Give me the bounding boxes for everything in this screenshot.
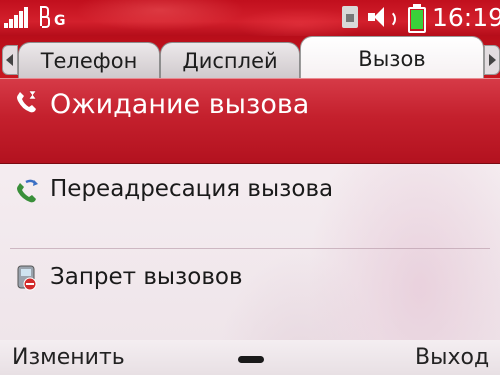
sim-card-icon bbox=[342, 6, 358, 28]
list-divider bbox=[10, 248, 490, 249]
softkey-right-exit[interactable]: Выход bbox=[415, 345, 489, 370]
clock: 16:19 bbox=[432, 3, 500, 32]
network-type-label: G bbox=[54, 13, 66, 29]
softkey-center-select[interactable] bbox=[238, 356, 264, 363]
list-item-call-waiting[interactable]: Ожидание вызова bbox=[0, 78, 500, 164]
tab-call[interactable]: Вызов bbox=[300, 36, 484, 79]
softkey-bar: Изменить Выход bbox=[0, 340, 500, 375]
list-item-call-forwarding[interactable]: Переадресация вызова bbox=[0, 168, 500, 228]
tab-scroll-left-icon[interactable] bbox=[2, 45, 18, 75]
battery-icon bbox=[408, 4, 426, 33]
list-item-call-barring[interactable]: Запрет вызовов bbox=[0, 256, 500, 316]
speaker-icon bbox=[368, 6, 398, 28]
settings-list: Ожидание вызова Переадресация вызова Зап… bbox=[0, 78, 500, 340]
network-3g-icon: G bbox=[40, 4, 66, 30]
signal-strength-icon bbox=[4, 6, 30, 28]
list-item-label: Ожидание вызова bbox=[50, 89, 310, 120]
list-item-label: Переадресация вызова bbox=[50, 176, 334, 202]
list-item-label: Запрет вызовов bbox=[50, 264, 243, 290]
phone-screen: G 16:19 Телефон Дисплей Вызов Ожидание в… bbox=[0, 0, 500, 375]
tab-display[interactable]: Дисплей bbox=[160, 42, 300, 79]
battery-level bbox=[411, 10, 423, 29]
call-waiting-icon bbox=[17, 90, 37, 113]
status-bar: G 16:19 bbox=[0, 0, 500, 36]
tab-phone[interactable]: Телефон bbox=[18, 42, 160, 79]
tab-scroll-right-icon[interactable] bbox=[484, 45, 500, 75]
tab-bar: Телефон Дисплей Вызов bbox=[0, 36, 500, 79]
softkey-left-change[interactable]: Изменить bbox=[12, 345, 125, 370]
